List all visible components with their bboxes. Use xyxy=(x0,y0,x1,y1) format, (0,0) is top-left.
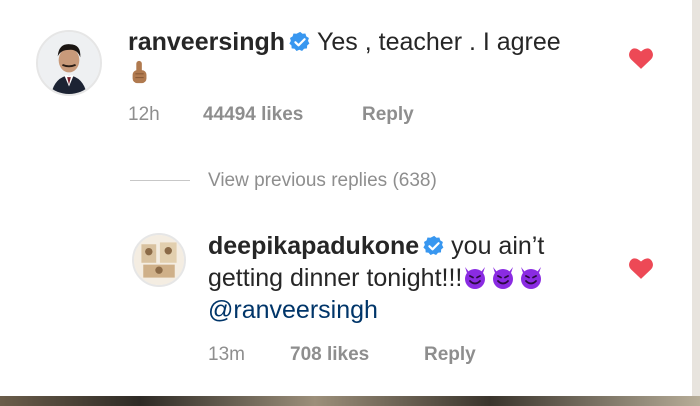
comment-deepikapadukone: deepikapadukone you ain’t getting dinner … xyxy=(208,230,628,326)
like-heart-icon[interactable] xyxy=(628,256,654,280)
avatar-image xyxy=(38,32,100,94)
like-heart-icon[interactable] xyxy=(628,46,654,70)
mention-link[interactable]: @ranveersingh xyxy=(208,296,378,324)
comment-body-line2: getting dinner tonight!!! xyxy=(208,264,463,292)
comment-time: 12h xyxy=(128,104,160,125)
verified-badge-icon xyxy=(423,235,444,256)
avatar[interactable] xyxy=(132,233,186,287)
background-photo-strip xyxy=(0,396,700,406)
comment-username[interactable]: deepikapadukone xyxy=(208,232,419,260)
smiling-devil-emoji-icon xyxy=(465,267,486,289)
comment-body: Yes , teacher . I agree xyxy=(317,28,561,56)
comment-time: 13m xyxy=(208,344,245,365)
avatar[interactable] xyxy=(36,30,102,96)
smiling-devil-emoji-icon xyxy=(493,267,514,289)
comment-body-line1: you ain’t xyxy=(451,232,545,260)
reply-button[interactable]: Reply xyxy=(424,344,476,366)
pointing-up-emoji-icon xyxy=(132,60,147,84)
likes-count[interactable]: 708 likes xyxy=(290,344,369,366)
replies-divider xyxy=(130,180,190,181)
avatar-image xyxy=(134,235,184,285)
background-edge xyxy=(692,0,700,406)
verified-badge-icon xyxy=(289,31,310,52)
reply-button[interactable]: Reply xyxy=(362,104,414,126)
likes-count[interactable]: 44494 likes xyxy=(203,104,303,126)
comment-username[interactable]: ranveersingh xyxy=(128,28,285,56)
smiling-devil-emoji-icon xyxy=(521,267,542,289)
comment-ranveersingh: ranveersingh Yes , teacher . I agree xyxy=(128,26,608,90)
comment-thread: ranveersingh Yes , teacher . I agree 12h … xyxy=(0,0,692,396)
view-previous-replies-button[interactable]: View previous replies (638) xyxy=(208,170,437,192)
